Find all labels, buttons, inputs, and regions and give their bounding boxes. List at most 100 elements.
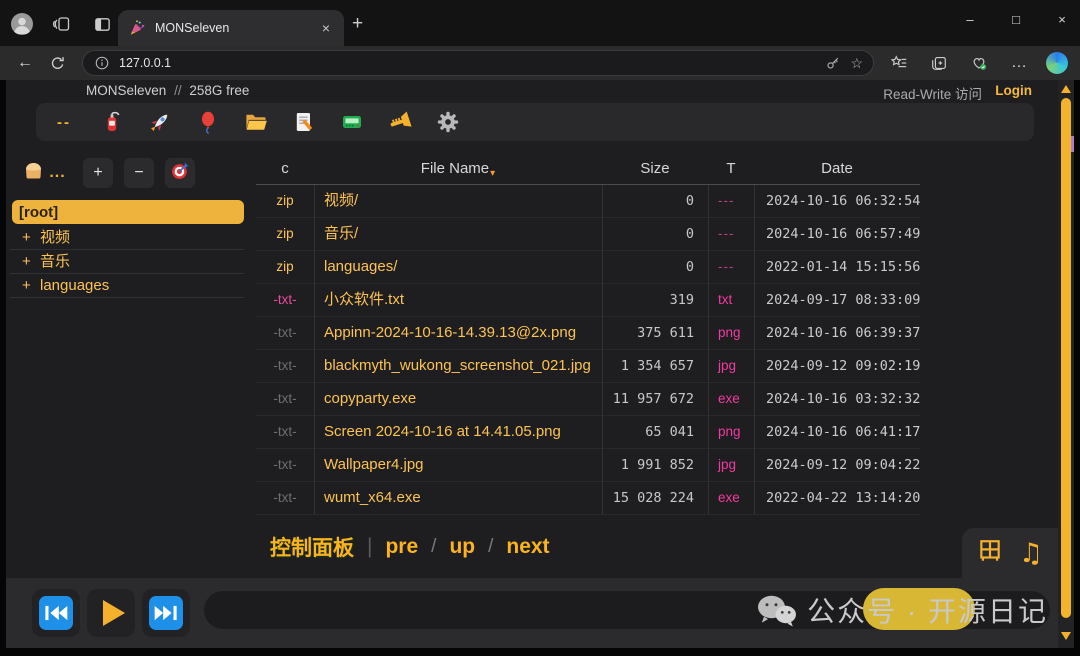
breadcrumb-site[interactable]: MONSeleven <box>86 83 166 98</box>
file-name-link[interactable]: Screen 2024-10-16 at 14.41.05.png <box>314 416 602 449</box>
tree-expand-button[interactable]: + <box>83 158 113 188</box>
music-note-icon[interactable]: ♫ <box>1019 538 1043 569</box>
column-header-name[interactable]: File Name▾ <box>314 156 602 185</box>
login-link[interactable]: Login <box>995 83 1032 98</box>
tree-expand-toggle[interactable]: + <box>22 226 40 249</box>
play-button[interactable] <box>87 589 135 637</box>
tree-item-视频[interactable]: +视频 <box>10 226 244 250</box>
file-date: 2024-10-16 06:32:54 <box>754 185 920 218</box>
file-name-link[interactable]: Wallpaper4.jpg <box>314 449 602 482</box>
column-header-size[interactable]: Size <box>602 156 708 185</box>
tab-actions-icon[interactable] <box>90 12 114 36</box>
tree-dots-label[interactable]: ... <box>49 164 65 182</box>
file-name-link[interactable]: 音乐/ <box>314 218 602 251</box>
balloon-icon[interactable] <box>194 108 222 136</box>
open-folder-icon[interactable] <box>242 108 270 136</box>
pager-icon[interactable] <box>338 108 366 136</box>
page-scrollbar[interactable] <box>1058 80 1074 648</box>
file-name-link[interactable]: copyparty.exe <box>314 383 602 416</box>
browser-window: MONSeleven × + – □ × ← 127.0.0.1 ☆ <box>0 0 1080 656</box>
file-action-link[interactable]: -txt- <box>256 317 314 350</box>
column-header-c[interactable]: c <box>256 156 314 185</box>
file-name-link[interactable]: 视频/ <box>314 185 602 218</box>
column-header-type[interactable]: T <box>708 156 754 185</box>
tree-item-languages[interactable]: +languages <box>10 274 244 298</box>
file-date: 2024-09-12 09:02:19 <box>754 350 920 383</box>
site-info-icon[interactable] <box>93 54 111 72</box>
scroll-up-icon[interactable] <box>1061 85 1071 93</box>
memo-icon[interactable] <box>290 108 318 136</box>
file-name-link[interactable]: blackmyth_wukong_screenshot_021.jpg <box>314 350 602 383</box>
browser-tab[interactable]: MONSeleven × <box>118 10 344 46</box>
back-icon[interactable]: ← <box>12 50 38 76</box>
browser-essentials-icon[interactable] <box>966 50 992 76</box>
plus-label: + <box>93 164 102 182</box>
file-date: 2024-10-16 06:57:49 <box>754 218 920 251</box>
more-menu-icon[interactable]: … <box>1006 50 1032 76</box>
url-text[interactable]: 127.0.0.1 <box>119 56 824 70</box>
control-panel-link[interactable]: 控制面板 <box>270 532 354 562</box>
rocket-icon[interactable] <box>146 108 174 136</box>
file-action-link[interactable]: -txt- <box>256 482 314 515</box>
tree-item-root-selected[interactable]: [root] <box>12 200 244 224</box>
file-action-link[interactable]: zip <box>256 218 314 251</box>
file-date: 2024-09-12 09:04:22 <box>754 449 920 482</box>
close-button[interactable]: × <box>1052 12 1072 27</box>
copilot-icon[interactable] <box>1046 52 1068 74</box>
next-track-button[interactable] <box>142 589 190 637</box>
file-action-link[interactable]: -txt- <box>256 350 314 383</box>
workspaces-icon[interactable] <box>50 12 74 36</box>
next-link[interactable]: next <box>506 535 549 559</box>
wechat-watermark: 公众号 · 开源日记 <box>755 588 1048 632</box>
tree-item-音乐[interactable]: +音乐 <box>10 250 244 274</box>
column-header-date[interactable]: Date <box>754 156 920 185</box>
footer-slash: / <box>431 536 436 558</box>
file-type: --- <box>708 185 754 218</box>
address-bar[interactable]: 127.0.0.1 ☆ <box>82 50 874 76</box>
tree-collapse-button[interactable]: − <box>124 158 154 188</box>
file-name-link[interactable]: Appinn-2024-10-16-14.39.13@2x.png <box>314 317 602 350</box>
directory-tree: +视频+音乐+languages <box>10 226 244 298</box>
file-date: 2024-10-16 06:41:17 <box>754 416 920 449</box>
jump-to-current-button[interactable] <box>165 158 195 188</box>
file-action-link[interactable]: -txt- <box>256 383 314 416</box>
collections-icon[interactable] <box>926 50 952 76</box>
tab-close-icon[interactable]: × <box>318 20 334 36</box>
minimize-button[interactable]: – <box>960 12 980 27</box>
fire-extinguisher-icon[interactable] <box>98 108 126 136</box>
refresh-icon[interactable] <box>44 50 70 76</box>
breadcrumb-toggle-button[interactable]: ... <box>16 158 72 188</box>
file-size: 319 <box>602 284 708 317</box>
favorites-list-icon[interactable] <box>886 50 912 76</box>
file-type: txt <box>708 284 754 317</box>
profile-avatar[interactable] <box>10 12 34 36</box>
favorite-star-icon[interactable]: ☆ <box>850 55 863 72</box>
bread-icon <box>22 159 45 187</box>
file-name-link[interactable]: wumt_x64.exe <box>314 482 602 515</box>
sort-descending-icon: ▾ <box>490 168 495 179</box>
tab-title: MONSeleven <box>155 21 318 35</box>
grid-view-icon[interactable] <box>977 538 1003 569</box>
file-action-link[interactable]: zip <box>256 251 314 284</box>
file-action-link[interactable]: -txt- <box>256 416 314 449</box>
file-action-link[interactable]: -txt- <box>256 284 314 317</box>
scrollbar-thumb[interactable] <box>1061 98 1071 618</box>
file-action-link[interactable]: -txt- <box>256 449 314 482</box>
tree-expand-toggle[interactable]: + <box>22 274 40 297</box>
file-name-link[interactable]: 小众软件.txt <box>314 284 602 317</box>
file-name-link[interactable]: languages/ <box>314 251 602 284</box>
tree-expand-toggle[interactable]: + <box>22 250 40 273</box>
previous-track-button[interactable] <box>32 589 80 637</box>
file-size: 65 041 <box>602 416 708 449</box>
up-link[interactable]: up <box>449 535 475 559</box>
scroll-down-icon[interactable] <box>1061 632 1071 640</box>
gear-icon[interactable] <box>434 108 462 136</box>
password-key-icon[interactable] <box>824 54 842 72</box>
pre-link[interactable]: pre <box>385 535 418 559</box>
maximize-button[interactable]: □ <box>1006 12 1026 27</box>
new-tab-button[interactable]: + <box>352 14 363 33</box>
trumpet-icon[interactable] <box>386 108 414 136</box>
collapse-toggle[interactable]: -- <box>50 108 78 136</box>
footer-divider: | <box>367 535 372 559</box>
file-action-link[interactable]: zip <box>256 185 314 218</box>
